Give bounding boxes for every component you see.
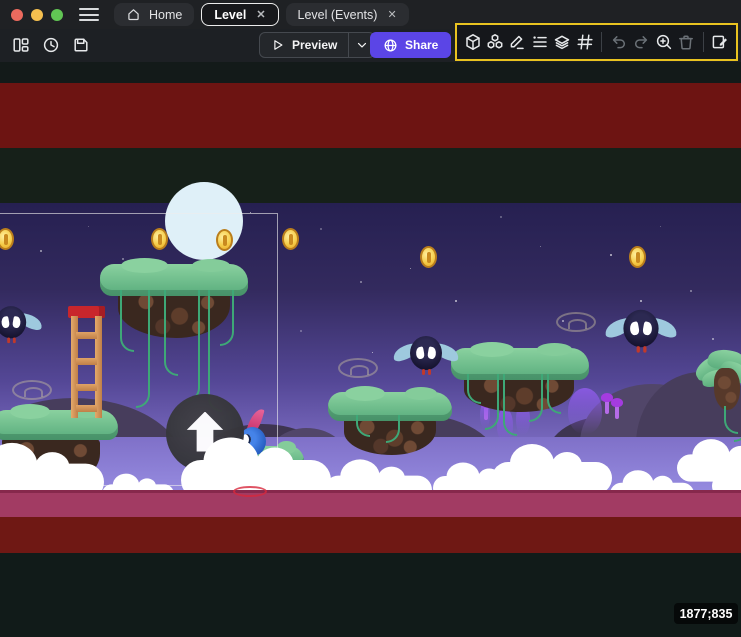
layers-button[interactable] [552,30,573,55]
history-button[interactable] [38,32,63,57]
star [410,268,411,269]
star [610,254,612,256]
chevron-down-icon [355,38,369,52]
glow-mushroom [615,405,619,419]
bat-body [410,336,442,370]
hanging-vine [529,374,543,422]
hanging-vine [734,404,741,442]
object-groups-button[interactable] [484,30,505,55]
scene-bottom-dark-band [0,553,741,637]
scene-top-dark-band [0,148,741,203]
project-manager-button[interactable] [8,32,33,57]
grid-button[interactable] [574,30,595,55]
undo-button [608,30,629,55]
bat-body [623,310,658,347]
coin[interactable] [151,228,168,250]
tab-label: Home [149,8,182,22]
bat-foot [7,337,10,343]
toolbar-separator [601,32,602,52]
editor-tools-highlight-box [455,23,738,61]
tab-label: Level [214,8,246,22]
scene-top-red-band [0,83,741,148]
hanging-vine [503,374,517,436]
bat-foot [422,369,425,375]
preview-button[interactable]: Preview [259,32,375,58]
close-window-button[interactable] [11,9,23,21]
tab-level-events-[interactable]: Level (Events) ✕ [286,3,409,26]
star [660,226,661,227]
scene-pink-band [0,490,741,517]
menu-icon[interactable] [79,8,99,21]
tab-bar: Home Level ✕ Level (Events) ✕ [114,3,409,26]
coin[interactable] [629,246,646,268]
star [690,290,692,292]
preview-button-label: Preview [292,38,337,52]
cloud-sketch-doodle [338,358,378,378]
globe-icon [383,38,398,53]
zoom-in-button[interactable] [653,30,674,55]
toolbar-left-tools [8,32,93,57]
cloud-sketch-doodle [556,312,596,332]
bat-foot [13,337,16,343]
bat-enemy[interactable] [0,306,39,348]
home-icon [126,7,141,22]
save-button[interactable] [68,32,93,57]
scene-bottom-red-band [0,517,741,553]
tab-home[interactable]: Home [114,3,194,26]
tab-label: Level (Events) [298,8,378,22]
bat-foot [428,369,431,375]
star [360,281,362,283]
toolbar: Preview Share [0,29,741,62]
bat-enemy[interactable] [397,336,455,380]
play-icon [271,38,285,52]
hanging-vine [485,374,499,430]
star [372,352,373,353]
star [300,330,302,332]
maximize-window-button[interactable] [51,9,63,21]
hanging-vine [547,374,561,414]
glow-mushroom [605,400,609,414]
close-tab-icon[interactable]: ✕ [256,8,265,21]
bat-foot [643,346,646,353]
star [320,228,322,230]
coin[interactable] [216,229,233,251]
star [712,338,714,340]
scene-editor-canvas[interactable]: 1877;835 [0,62,741,637]
cursor-coordinates-badge: 1877;835 [674,603,738,624]
trash-button [675,30,696,55]
star [540,246,541,247]
instances-list-button[interactable] [529,30,550,55]
traffic-lights [11,9,63,21]
toolbar-separator [703,32,704,52]
close-tab-icon[interactable]: ✕ [387,8,396,21]
cube-3d-button[interactable] [462,30,483,55]
bat-enemy[interactable] [609,310,673,358]
app-window: HomeLevel✕Level (Events)✕ Preview Share … [0,0,741,637]
redo-button [631,30,652,55]
minimize-window-button[interactable] [31,9,43,21]
star [640,300,642,302]
share-button-label: Share [405,38,438,52]
edit-pencil-button[interactable] [507,30,528,55]
tab-level[interactable]: Level ✕ [201,3,278,26]
share-button[interactable]: Share [370,32,451,58]
star [455,300,457,302]
star [500,216,502,218]
coin[interactable] [420,246,437,268]
bat-foot [637,346,640,353]
coin[interactable] [282,228,299,250]
edit-properties-button[interactable] [710,30,731,55]
spawn-point-marker [233,486,267,497]
